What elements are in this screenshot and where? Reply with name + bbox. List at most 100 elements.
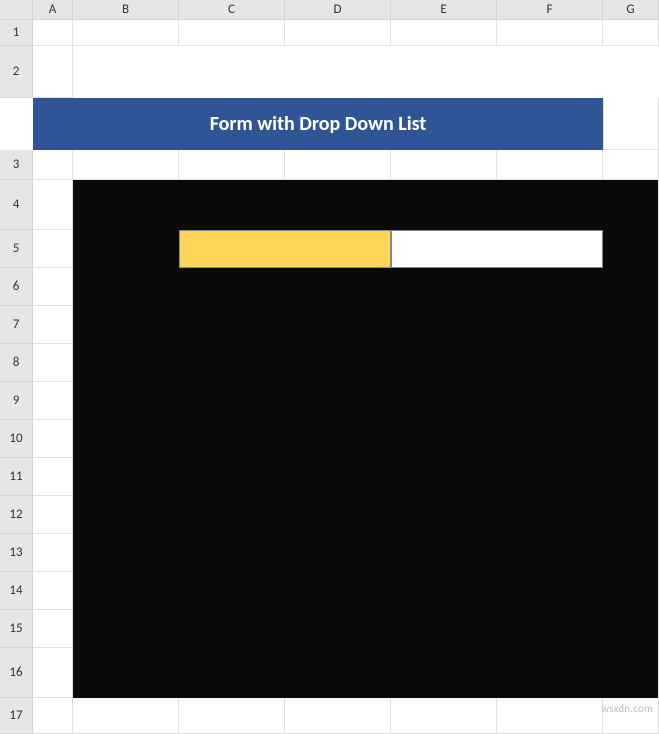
cell-G9[interactable] xyxy=(603,382,659,420)
cell-B10[interactable] xyxy=(73,420,179,458)
cell-D3[interactable] xyxy=(285,150,391,180)
row-header-8[interactable]: 8 xyxy=(0,344,33,382)
row-header-14[interactable]: 14 xyxy=(0,572,33,610)
cell-D4[interactable] xyxy=(285,180,391,230)
row-header-10[interactable]: 10 xyxy=(0,420,33,458)
cell-E1[interactable] xyxy=(391,20,497,46)
cell-G15[interactable] xyxy=(603,610,659,648)
row-header-5[interactable]: 5 xyxy=(0,230,33,268)
cell-D17[interactable] xyxy=(285,698,391,734)
cell-B5[interactable] xyxy=(73,230,179,268)
cell-G3[interactable] xyxy=(603,150,659,180)
cell-C13[interactable] xyxy=(179,534,285,572)
cell-E15[interactable] xyxy=(391,610,497,648)
cell-C16[interactable] xyxy=(179,648,285,698)
cell-F8[interactable] xyxy=(497,344,603,382)
row-header-15[interactable]: 15 xyxy=(0,610,33,648)
cell-D9[interactable] xyxy=(285,382,391,420)
cell-F3[interactable] xyxy=(497,150,603,180)
cell-A8[interactable] xyxy=(33,344,73,382)
row-header-13[interactable]: 13 xyxy=(0,534,33,572)
cell-F4[interactable] xyxy=(497,180,603,230)
col-header-C[interactable]: C xyxy=(179,0,285,20)
cell-G5[interactable] xyxy=(603,230,659,268)
select-all-corner[interactable] xyxy=(0,0,33,20)
cell-E11[interactable] xyxy=(391,458,497,496)
cell-E14[interactable] xyxy=(391,572,497,610)
row-header-9[interactable]: 9 xyxy=(0,382,33,420)
cell-C10[interactable] xyxy=(179,420,285,458)
cell-B11[interactable] xyxy=(73,458,179,496)
cell-A5[interactable] xyxy=(33,230,73,268)
cell-B16[interactable] xyxy=(73,648,179,698)
cell-B9[interactable] xyxy=(73,382,179,420)
cell-F17[interactable] xyxy=(497,698,603,734)
cell-E3[interactable] xyxy=(391,150,497,180)
cell-D11[interactable] xyxy=(285,458,391,496)
row-header-3[interactable]: 3 xyxy=(0,150,33,180)
row-header-4[interactable]: 4 xyxy=(0,180,33,230)
cell-C12[interactable] xyxy=(179,496,285,534)
col-header-B[interactable]: B xyxy=(73,0,179,20)
cell-C3[interactable] xyxy=(179,150,285,180)
cell-B13[interactable] xyxy=(73,534,179,572)
cell-A7[interactable] xyxy=(33,306,73,344)
col-header-E[interactable]: E xyxy=(391,0,497,20)
row-header-11[interactable]: 11 xyxy=(0,458,33,496)
cell-C9[interactable] xyxy=(179,382,285,420)
cell-D6[interactable] xyxy=(285,268,391,306)
cell-B17[interactable] xyxy=(73,698,179,734)
cell-B15[interactable] xyxy=(73,610,179,648)
cell-F11[interactable] xyxy=(497,458,603,496)
row-header-6[interactable]: 6 xyxy=(0,268,33,306)
cell-A10[interactable] xyxy=(33,420,73,458)
row-header-12[interactable]: 12 xyxy=(0,496,33,534)
cell-A4[interactable] xyxy=(33,180,73,230)
row-header-1[interactable]: 1 xyxy=(0,20,33,46)
cell-C8[interactable] xyxy=(179,344,285,382)
cell-A15[interactable] xyxy=(33,610,73,648)
cell-G16[interactable] xyxy=(603,648,659,698)
cell-D8[interactable] xyxy=(285,344,391,382)
cell-D15[interactable] xyxy=(285,610,391,648)
cell-F10[interactable] xyxy=(497,420,603,458)
row-header-2[interactable]: 2 xyxy=(0,46,33,98)
cell-B3[interactable] xyxy=(73,150,179,180)
cell-D13[interactable] xyxy=(285,534,391,572)
cell-A2[interactable] xyxy=(33,46,73,98)
cell-E6[interactable] xyxy=(391,268,497,306)
cell-B4[interactable] xyxy=(73,180,179,230)
cell-C14[interactable] xyxy=(179,572,285,610)
cell-G11[interactable] xyxy=(603,458,659,496)
cell-D1[interactable] xyxy=(285,20,391,46)
cell-E10[interactable] xyxy=(391,420,497,458)
cell-E4[interactable] xyxy=(391,180,497,230)
cell-B14[interactable] xyxy=(73,572,179,610)
cell-F13[interactable] xyxy=(497,534,603,572)
cell-F15[interactable] xyxy=(497,610,603,648)
title-cell[interactable]: Form with Drop Down List xyxy=(33,98,603,150)
cell-E12[interactable] xyxy=(391,496,497,534)
col-header-F[interactable]: F xyxy=(497,0,603,20)
cell-G13[interactable] xyxy=(603,534,659,572)
cell-D14[interactable] xyxy=(285,572,391,610)
cell-B6[interactable] xyxy=(73,268,179,306)
cell-A13[interactable] xyxy=(33,534,73,572)
cell-D7[interactable] xyxy=(285,306,391,344)
row-header-7[interactable]: 7 xyxy=(0,306,33,344)
row-header-16[interactable]: 16 xyxy=(0,648,33,698)
cell-C15[interactable] xyxy=(179,610,285,648)
cell-G1[interactable] xyxy=(603,20,659,46)
form-input-cell[interactable] xyxy=(391,230,603,268)
cell-F7[interactable] xyxy=(497,306,603,344)
cell-B12[interactable] xyxy=(73,496,179,534)
cell-G8[interactable] xyxy=(603,344,659,382)
cell-C17[interactable] xyxy=(179,698,285,734)
cell-after-title[interactable] xyxy=(603,98,659,150)
cell-E9[interactable] xyxy=(391,382,497,420)
cell-C4[interactable] xyxy=(179,180,285,230)
cell-A1[interactable] xyxy=(33,20,73,46)
cell-A12[interactable] xyxy=(33,496,73,534)
col-header-G[interactable]: G xyxy=(603,0,659,20)
cell-A3[interactable] xyxy=(33,150,73,180)
